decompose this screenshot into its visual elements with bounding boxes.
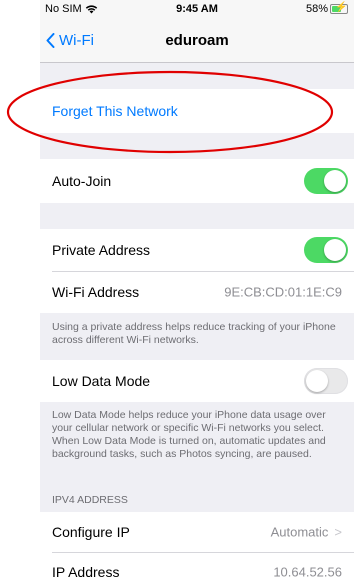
auto-join-toggle[interactable] <box>304 168 348 194</box>
forget-network-button[interactable]: Forget This Network <box>40 89 354 133</box>
status-bar: No SIM 9:45 AM 58% ⚡ <box>40 0 354 20</box>
private-address-row: Private Address <box>40 229 354 271</box>
ip-address-label: IP Address <box>52 564 120 578</box>
divider <box>52 552 354 553</box>
low-data-mode-toggle[interactable] <box>304 368 348 394</box>
chevron-right-icon: > <box>334 524 342 540</box>
ip-address-row: IP Address 10.64.52.56 <box>40 552 354 578</box>
section-gap <box>40 63 354 89</box>
low-data-mode-footer: Low Data Mode helps reduce your iPhone d… <box>52 409 326 460</box>
ip-address-value: 10.64.52.56 <box>273 564 342 578</box>
private-address-footer: Using a private address helps reduce tra… <box>52 321 336 346</box>
page-title: eduroam <box>165 32 229 49</box>
ipv4-section-header: IPV4 ADDRESS <box>52 494 128 506</box>
wifi-address-label: Wi-Fi Address <box>52 284 140 300</box>
auto-join-row: Auto-Join <box>40 159 354 203</box>
battery-percent: 58% <box>305 3 328 15</box>
configure-ip-row[interactable]: Configure IP Automatic > <box>40 512 354 552</box>
auto-join-label: Auto-Join <box>52 173 112 189</box>
wifi-address-row: Wi-Fi Address 9E:CB:CD:01:1E:C9 <box>40 271 354 313</box>
section-gap <box>40 133 354 159</box>
configure-ip-value-group: Automatic > <box>271 525 342 540</box>
private-address-label: Private Address <box>52 242 151 258</box>
configure-ip-label: Configure IP <box>52 524 130 540</box>
settings-screen: No SIM 9:45 AM 58% ⚡ Wi-Fi eduroam Forge… <box>40 0 354 578</box>
wifi-address-value: 9E:CB:CD:01:1E:C9 <box>224 284 342 300</box>
forget-network-label: Forget This Network <box>52 103 178 119</box>
battery-status: 58% ⚡ <box>305 2 348 15</box>
navigation-bar: Wi-Fi eduroam <box>40 20 354 63</box>
section-gap <box>40 203 354 229</box>
low-data-mode-label: Low Data Mode <box>52 373 151 389</box>
divider <box>52 271 354 272</box>
battery-charging-icon: ⚡ <box>330 2 348 14</box>
private-address-toggle[interactable] <box>304 237 348 263</box>
configure-ip-value: Automatic <box>270 524 329 540</box>
low-data-mode-row: Low Data Mode <box>40 360 354 402</box>
